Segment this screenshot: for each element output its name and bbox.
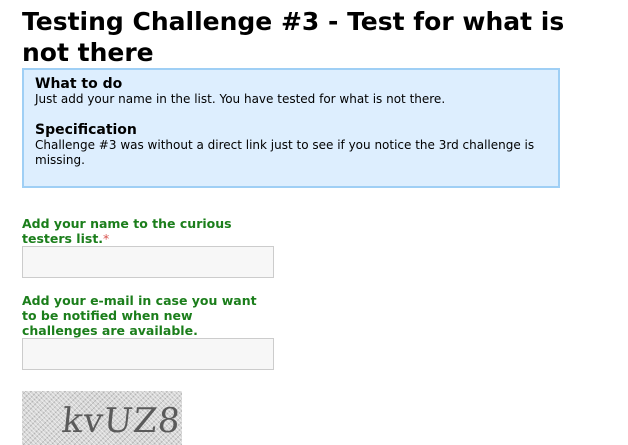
email-input[interactable] bbox=[22, 338, 274, 370]
email-field-label: Add your e-mail in case you want to be n… bbox=[22, 293, 257, 338]
name-label-text: Add your name to the curious testers lis… bbox=[22, 216, 232, 246]
what-to-do-heading: What to do bbox=[35, 76, 123, 92]
specification-text: Challenge #3 was without a direct link j… bbox=[35, 138, 535, 167]
name-input[interactable] bbox=[22, 246, 274, 278]
captcha-image: kvUZ8 bbox=[22, 391, 182, 445]
captcha-text: kvUZ8 bbox=[59, 401, 182, 441]
what-to-do-text: Just add your name in the list. You have… bbox=[35, 92, 446, 106]
page-title: Testing Challenge #3 - Test for what is … bbox=[22, 7, 565, 67]
required-marker: * bbox=[103, 231, 110, 246]
specification-heading: Specification bbox=[35, 122, 137, 138]
info-box: What to do Just add your name in the lis… bbox=[22, 68, 560, 188]
name-field-label: Add your name to the curious testers lis… bbox=[22, 216, 272, 246]
